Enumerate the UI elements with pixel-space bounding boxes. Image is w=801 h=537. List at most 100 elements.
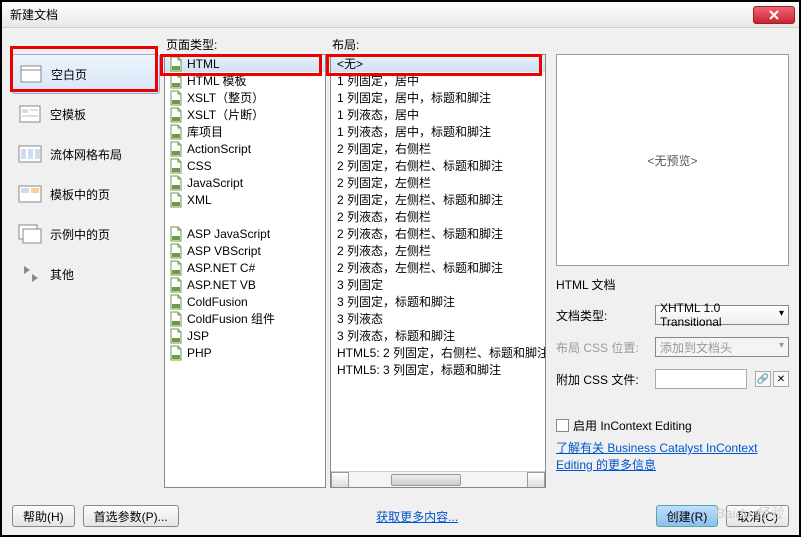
type-item[interactable]: ActionScript (165, 140, 325, 157)
incontext-checkbox[interactable] (556, 419, 569, 432)
type-label: JSP (187, 329, 209, 343)
nav-item-4[interactable]: 示例中的页 (12, 214, 160, 254)
layout-item[interactable]: 2 列液态，左侧栏、标题和脚注 (331, 259, 545, 276)
layout-item[interactable]: 1 列液态，居中，标题和脚注 (331, 123, 545, 140)
layout-item[interactable]: 2 列液态，右侧栏 (331, 208, 545, 225)
layout-item[interactable]: 1 列固定，居中，标题和脚注 (331, 89, 545, 106)
layout-item[interactable]: HTML5: 2 列固定，右侧栏、标题和脚注 (331, 344, 545, 361)
close-button[interactable] (753, 6, 795, 24)
nav-item-1[interactable]: 空模板 (12, 94, 160, 134)
type-item[interactable]: ColdFusion 组件 (165, 310, 325, 327)
css-position-select: 添加到文档头 (655, 337, 789, 357)
layout-label: 2 列液态，右侧栏 (337, 208, 431, 225)
layout-item[interactable]: 3 列液态 (331, 310, 545, 327)
type-item[interactable]: ASP VBScript (165, 242, 325, 259)
incontext-link[interactable]: 了解有关 Business Catalyst InContext Editing… (556, 440, 789, 474)
type-item[interactable]: HTML (165, 55, 325, 72)
type-item[interactable]: PHP (165, 344, 325, 361)
nav-icon (18, 103, 42, 125)
layout-item[interactable]: 2 列固定，左侧栏、标题和脚注 (331, 191, 545, 208)
layout-label: 2 列固定，左侧栏、标题和脚注 (337, 191, 503, 208)
nav-label: 其他 (50, 266, 74, 283)
close-icon (769, 10, 779, 20)
layout-item[interactable]: HTML5: 3 列固定，标题和脚注 (331, 361, 545, 378)
layout-label: 1 列液态，居中 (337, 106, 419, 123)
layout-label: 3 列液态 (337, 310, 383, 327)
type-label: PHP (187, 346, 212, 360)
incontext-label: 启用 InContext Editing (573, 417, 692, 434)
cancel-button[interactable]: 取消(C) (726, 505, 789, 527)
dialog-title: 新建文档 (6, 6, 753, 23)
get-more-link[interactable]: 获取更多内容... (376, 508, 458, 525)
layout-item[interactable]: 3 列固定 (331, 276, 545, 293)
layout-item[interactable]: 2 列固定，左侧栏 (331, 174, 545, 191)
type-item[interactable]: CSS (165, 157, 325, 174)
layout-label: 2 列固定，右侧栏、标题和脚注 (337, 157, 503, 174)
layout-label: 3 列固定 (337, 276, 383, 293)
type-item[interactable]: XSLT（片断） (165, 106, 325, 123)
layout-item[interactable]: 2 列液态，右侧栏、标题和脚注 (331, 225, 545, 242)
layout-list[interactable]: <无>1 列固定，居中1 列固定，居中，标题和脚注1 列液态，居中1 列液态，居… (330, 54, 546, 488)
layout-label: 2 列固定，右侧栏 (337, 140, 431, 157)
preview-column: <无预览> HTML 文档 文档类型: XHTML 1.0 Transition… (556, 36, 789, 488)
nav-icon (18, 183, 42, 205)
doctype-label: 文档类型: (556, 307, 651, 324)
attach-css-field[interactable] (655, 369, 747, 389)
layout-item[interactable]: <无> (331, 55, 545, 72)
layout-label: 2 列液态，右侧栏、标题和脚注 (337, 225, 503, 242)
nav-item-2[interactable]: 流体网格布局 (12, 134, 160, 174)
type-label: ActionScript (187, 142, 251, 156)
layout-item[interactable]: 1 列固定，居中 (331, 72, 545, 89)
help-button[interactable]: 帮助(H) (12, 505, 75, 527)
page-type-list[interactable]: HTMLHTML 模板XSLT（整页）XSLT（片断）库项目 ActionScri… (164, 54, 326, 488)
type-item[interactable]: JavaScript (165, 174, 325, 191)
type-label: XSLT（整页） (187, 89, 264, 106)
type-item[interactable]: ASP.NET VB (165, 276, 325, 293)
nav-icon (18, 143, 42, 165)
preferences-button[interactable]: 首选参数(P)... (83, 505, 179, 527)
nav-item-3[interactable]: 模板中的页 (12, 174, 160, 214)
layout-item[interactable]: 3 列液态，标题和脚注 (331, 327, 545, 344)
layout-label: HTML5: 3 列固定，标题和脚注 (337, 361, 501, 378)
type-item[interactable]: HTML 模板 (165, 72, 325, 89)
type-label: ColdFusion (187, 295, 248, 309)
type-label: XML (187, 193, 212, 207)
nav-item-0[interactable]: 空白页 (12, 54, 160, 94)
doctype-select[interactable]: XHTML 1.0 Transitional (655, 305, 789, 325)
layout-label: 2 列液态，左侧栏 (337, 242, 431, 259)
nav-item-5[interactable]: 其他 (12, 254, 160, 294)
preview-caption: HTML 文档 (556, 276, 789, 293)
category-nav: 空白页空模板流体网格布局模板中的页示例中的页其他 (12, 36, 160, 488)
type-label: ASP VBScript (187, 244, 261, 258)
type-item[interactable]: ASP JavaScript (165, 225, 325, 242)
titlebar: 新建文档 (2, 2, 799, 28)
layout-label: HTML5: 2 列固定，右侧栏、标题和脚注 (337, 344, 545, 361)
type-item[interactable]: ASP.NET C# (165, 259, 325, 276)
type-item[interactable]: JSP (165, 327, 325, 344)
type-item[interactable]: XML (165, 191, 325, 208)
layout-item[interactable]: 1 列液态，居中 (331, 106, 545, 123)
layout-item[interactable]: 2 列液态，左侧栏 (331, 242, 545, 259)
preview-placeholder: <无预览> (647, 152, 697, 169)
layout-item[interactable]: 2 列固定，右侧栏 (331, 140, 545, 157)
page-type-header: 页面类型: (164, 36, 326, 54)
type-item[interactable]: 库项目 (165, 123, 325, 140)
layout-label: 1 列固定，居中，标题和脚注 (337, 89, 491, 106)
layout-label: 3 列液态，标题和脚注 (337, 327, 455, 344)
layout-item[interactable]: 2 列固定，右侧栏、标题和脚注 (331, 157, 545, 174)
link-css-icon[interactable]: 🔗 (755, 371, 771, 387)
nav-label: 示例中的页 (50, 226, 110, 243)
unlink-css-icon[interactable]: ✕ (773, 371, 789, 387)
type-label: HTML 模板 (187, 72, 247, 89)
layout-item[interactable]: 3 列固定，标题和脚注 (331, 293, 545, 310)
type-label: 库项目 (187, 123, 223, 140)
type-label: ASP.NET VB (187, 278, 256, 292)
type-item[interactable]: XSLT（整页） (165, 89, 325, 106)
create-button[interactable]: 创建(R) (656, 505, 719, 527)
nav-label: 模板中的页 (50, 186, 110, 203)
type-item[interactable]: ColdFusion (165, 293, 325, 310)
layout-scrollbar[interactable] (331, 471, 545, 487)
layout-label: 3 列固定，标题和脚注 (337, 293, 455, 310)
type-label: ASP.NET C# (187, 261, 255, 275)
dialog-footer: 帮助(H) 首选参数(P)... 获取更多内容... 创建(R) 取消(C) (12, 505, 789, 527)
